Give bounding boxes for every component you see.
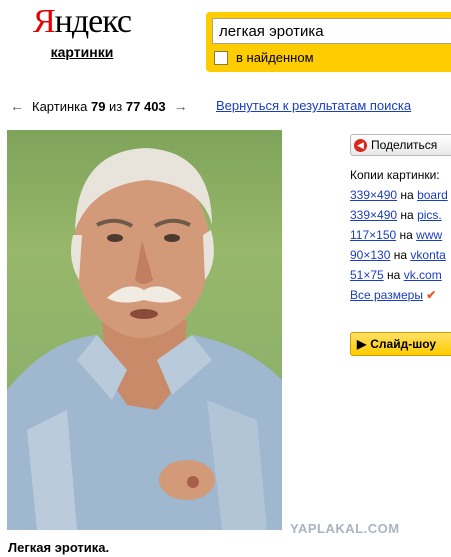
copy-size-link[interactable]: 339×490	[350, 188, 397, 202]
copy-site-link[interactable]: board	[417, 188, 448, 202]
copies-title: Копии картинки:	[350, 168, 440, 182]
main-image[interactable]	[7, 130, 282, 530]
images-service-link[interactable]: картинки	[32, 44, 132, 60]
copy-row: 51×75 на vk.com	[350, 268, 442, 282]
all-sizes-link[interactable]: Все размеры	[350, 288, 423, 302]
within-found-label: в найденном	[236, 50, 314, 65]
image-navigation: ← Картинка 79 из 77 403 → Вернуться к ре…	[10, 98, 411, 114]
copy-site-link[interactable]: pics.	[417, 208, 442, 222]
yandex-logo[interactable]: Яндекс картинки	[32, 3, 132, 61]
within-found-checkbox[interactable]	[214, 50, 228, 65]
copy-row: 339×490 на pics.	[350, 208, 442, 222]
search-within-found[interactable]: в найденном	[214, 50, 314, 65]
slideshow-label: Слайд-шоу	[370, 337, 437, 351]
copy-row: 90×130 на vkonta	[350, 248, 446, 262]
slideshow-button[interactable]: ▶ Слайд-шоу	[350, 332, 451, 356]
copy-site-link[interactable]: www	[416, 228, 442, 242]
watermark: YAPLAKAL.COM	[290, 521, 400, 536]
copy-size-link[interactable]: 51×75	[350, 268, 384, 282]
next-image-arrow-icon[interactable]: →	[174, 98, 188, 114]
search-panel: в найденном	[206, 12, 451, 72]
copy-row: 117×150 на www	[350, 228, 443, 242]
search-input[interactable]	[212, 18, 451, 44]
image-sidebar: ◀ Поделиться Копии картинки: 339×490 на …	[350, 134, 451, 356]
checkmark-icon: ✔	[426, 288, 437, 302]
logo-wordmark: Яндекс	[32, 3, 132, 40]
image-caption: Легкая эротика.	[8, 540, 110, 555]
image-position: Картинка 79 из 77 403	[32, 98, 166, 114]
copy-size-link[interactable]: 90×130	[350, 248, 390, 262]
portrait-image	[7, 148, 282, 530]
copy-site-link[interactable]: vkonta	[410, 248, 445, 262]
total-count: 77 403	[125, 98, 166, 114]
share-icon: ◀	[354, 138, 367, 152]
share-button[interactable]: ◀ Поделиться	[350, 134, 451, 156]
all-sizes: Все размеры ✔	[350, 288, 451, 302]
current-index: 79	[90, 98, 106, 114]
copy-row: 339×490 на board	[350, 188, 448, 202]
copy-size-link[interactable]: 339×490	[350, 208, 397, 222]
copy-site-link[interactable]: vk.com	[404, 268, 442, 282]
copy-size-link[interactable]: 117×150	[350, 228, 396, 242]
share-label: Поделиться	[371, 138, 438, 152]
prev-image-arrow-icon[interactable]: ←	[10, 98, 24, 114]
play-icon: ▶	[357, 337, 367, 351]
back-to-results-link[interactable]: Вернуться к результатам поиска	[216, 98, 411, 113]
